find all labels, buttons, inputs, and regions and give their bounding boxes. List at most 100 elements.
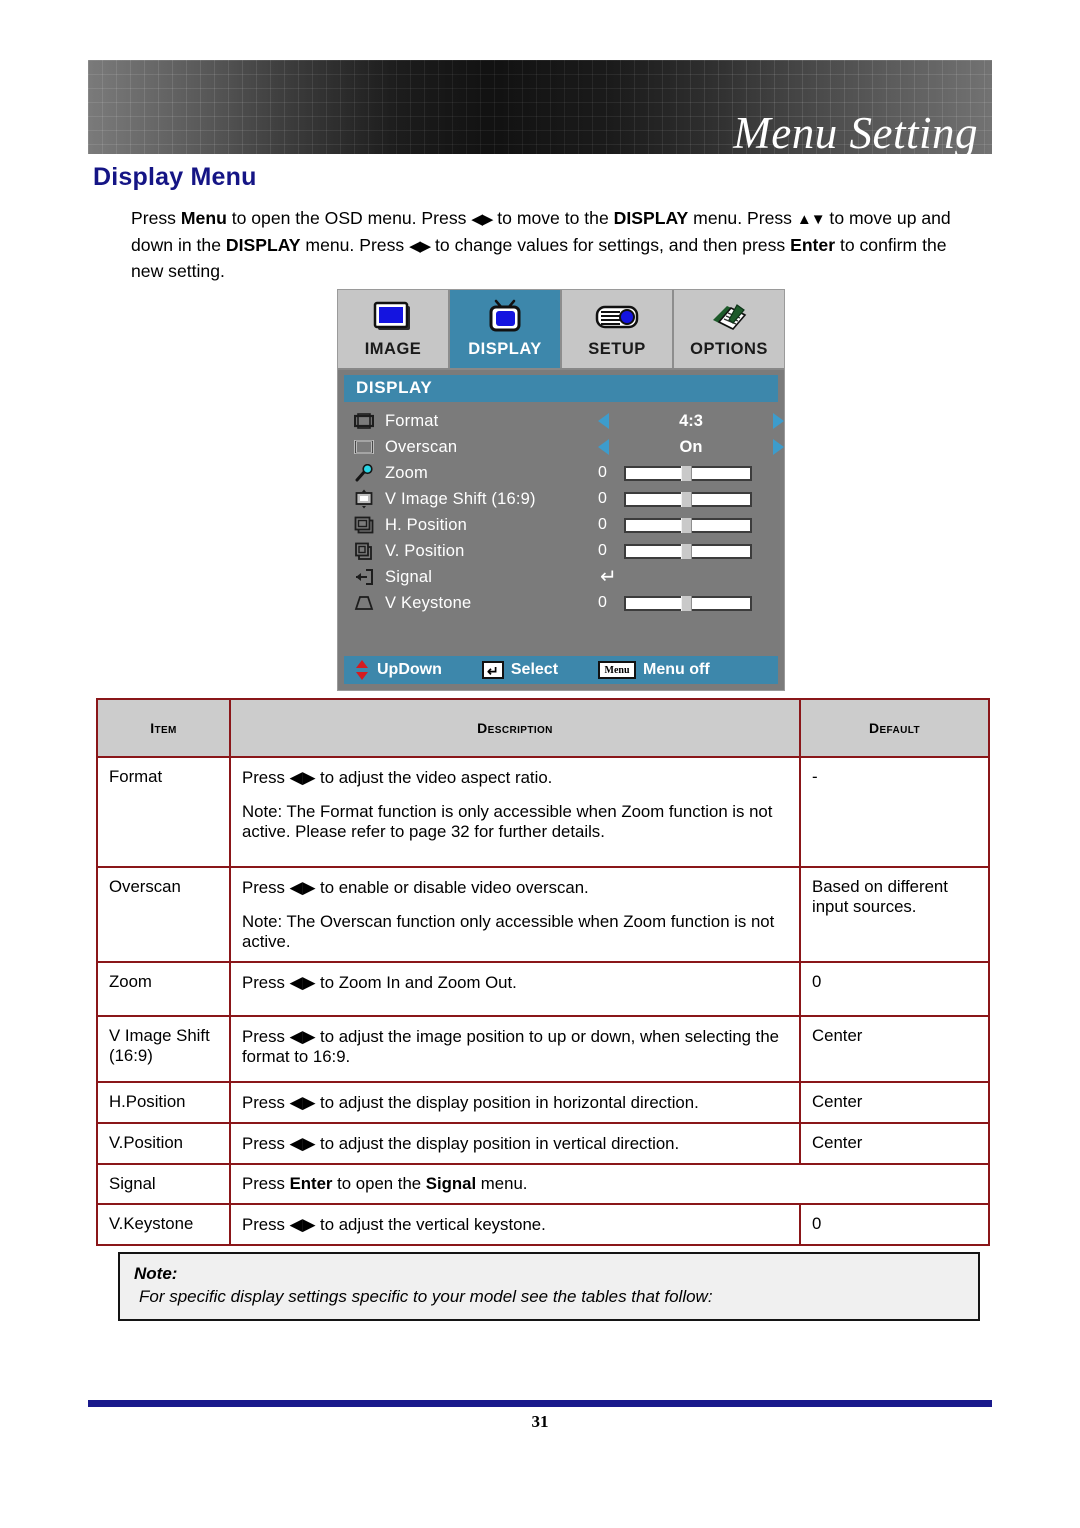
osd-row-format[interactable]: Format 4:3 xyxy=(338,408,784,434)
osd-tab-label-options: OPTIONS xyxy=(690,340,768,358)
table-body: Format Press ◀▶ to adjust the video aspe… xyxy=(96,756,990,1246)
osd-row-overscan[interactable]: Overscan On xyxy=(338,434,784,460)
table-row: Overscan Press ◀▶ to enable or disable v… xyxy=(96,866,990,963)
desc-line: Press ◀▶ to adjust the vertical keystone… xyxy=(242,1215,546,1234)
osd-enter-control-signal[interactable]: ↵ xyxy=(598,567,784,587)
osd-tab-image[interactable]: IMAGE xyxy=(338,290,450,368)
desc-line: Press ◀▶ to enable or disable video over… xyxy=(242,878,589,897)
table-row: Signal Press Enter to open the Signal me… xyxy=(96,1163,990,1205)
cell-item-v-keystone: V.Keystone xyxy=(96,1203,231,1246)
osd-slider-control-v-image-shift[interactable]: 0 xyxy=(598,490,784,508)
osd-row-v-keystone[interactable]: V Keystone 0 xyxy=(338,590,784,616)
cell-item-format: Format xyxy=(96,756,231,868)
osd-tab-setup[interactable]: SETUP xyxy=(562,290,674,368)
osd-value-control-format[interactable]: 4:3 xyxy=(598,412,784,431)
osd-tab-options[interactable]: OPTIONS xyxy=(674,290,784,368)
cell-desc-v-position: Press ◀▶ to adjust the display position … xyxy=(229,1122,801,1165)
chevron-left-icon-2[interactable] xyxy=(598,439,609,455)
intro-text-2: to open the OSD menu. Press xyxy=(226,208,472,228)
slider-thumb-4[interactable] xyxy=(680,543,692,559)
osd-slider-zoom[interactable] xyxy=(624,465,752,481)
projector-icon xyxy=(593,295,641,339)
cell-desc-zoom: Press ◀▶ to Zoom In and Zoom Out. xyxy=(229,961,801,1017)
cell-desc-v-keystone: Press ◀▶ to adjust the vertical keystone… xyxy=(229,1203,801,1246)
cell-desc-overscan: Press ◀▶ to enable or disable video over… xyxy=(229,866,801,963)
television-icon xyxy=(483,295,527,339)
cell-default-zoom: 0 xyxy=(799,961,990,1017)
osd-value-v-image-shift: 0 xyxy=(598,490,607,507)
desc-line: Press ◀▶ to adjust the image position to… xyxy=(242,1027,780,1066)
osd-row-v-position[interactable]: V. Position 0 xyxy=(338,538,784,564)
osd-row-h-position[interactable]: H. Position 0 xyxy=(338,512,784,538)
left-right-arrows-icon: ◀▶ xyxy=(471,211,493,228)
osd-row-label-h-position: H. Position xyxy=(385,515,467,534)
note-callout-box: Note: For specific display settings spec… xyxy=(118,1252,980,1321)
desc-prefix: Press xyxy=(242,1174,290,1193)
table-row: V.Keystone Press ◀▶ to adjust the vertic… xyxy=(96,1203,990,1246)
osd-slider-control-h-position[interactable]: 0 xyxy=(598,516,784,534)
desc-line: Press ◀▶ to Zoom In and Zoom Out. xyxy=(242,973,517,992)
table-row: Format Press ◀▶ to adjust the video aspe… xyxy=(96,756,990,868)
osd-value-control-overscan[interactable]: On xyxy=(598,438,784,457)
slider-thumb-2[interactable] xyxy=(680,491,692,507)
osd-tab-bar: IMAGE DISPLAY SETUP OPTIONS xyxy=(338,290,784,370)
desc-bold-enter: Enter xyxy=(289,1174,333,1193)
cell-item-signal: Signal xyxy=(96,1163,231,1205)
intro-text-6: menu. Press xyxy=(300,234,410,255)
osd-row-v-image-shift[interactable]: V Image Shift (16:9) 0 xyxy=(338,486,784,512)
table-header-row: Item Description Default xyxy=(96,698,990,758)
menu-key-icon: Menu xyxy=(598,661,637,679)
osd-slider-control-v-position[interactable]: 0 xyxy=(598,542,784,560)
slider-thumb-5[interactable] xyxy=(680,595,692,611)
osd-tab-display[interactable]: DISPLAY xyxy=(450,290,562,368)
osd-row-label-v-image-shift: V Image Shift (16:9) xyxy=(385,489,536,508)
keystone-icon xyxy=(352,592,376,614)
osd-value-zoom: 0 xyxy=(598,464,607,481)
cell-desc-v-image-shift: Press ◀▶ to adjust the image position to… xyxy=(229,1015,801,1083)
osd-slider-h-position[interactable] xyxy=(624,517,752,533)
column-header-default: Default xyxy=(799,698,990,758)
image-screen-icon xyxy=(371,295,415,339)
footer-rule xyxy=(88,1400,992,1407)
osd-row-signal[interactable]: Signal ↵ xyxy=(338,564,784,590)
page-header-banner: Menu Setting xyxy=(88,60,992,154)
intro-menu-display-1: DISPLAY xyxy=(613,208,689,228)
desc-line: Press ◀▶ to adjust the display position … xyxy=(242,1134,680,1153)
chevron-right-icon-2[interactable] xyxy=(773,439,784,455)
osd-settings-list: Format 4:3 Overscan On Zoom 0 V Image Sh… xyxy=(338,402,784,616)
magnifier-icon xyxy=(352,462,376,484)
desc-line: Press ◀▶ to adjust the video aspect rati… xyxy=(242,768,553,787)
osd-slider-v-position[interactable] xyxy=(624,543,752,559)
h-position-icon xyxy=(352,514,376,536)
cell-item-v-position: V.Position xyxy=(96,1122,231,1165)
cell-item-overscan: Overscan xyxy=(96,866,231,963)
osd-value-v-position: 0 xyxy=(598,542,607,559)
intro-text-1: Press xyxy=(131,208,181,228)
cell-desc-h-position: Press ◀▶ to adjust the display position … xyxy=(229,1081,801,1124)
desc-line-note: Note: The Format function is only access… xyxy=(242,802,773,841)
note-text: For specific display settings specific t… xyxy=(139,1287,713,1306)
cell-default-format: - xyxy=(799,756,990,868)
osd-value-h-position: 0 xyxy=(598,516,607,533)
osd-slider-control-zoom[interactable]: 0 xyxy=(598,464,784,482)
osd-slider-control-v-keystone[interactable]: 0 xyxy=(598,594,784,612)
slider-thumb-3[interactable] xyxy=(680,517,692,533)
osd-value-v-keystone: 0 xyxy=(598,594,607,611)
osd-section-title: DISPLAY xyxy=(344,375,778,402)
intro-text-7: to change values for settings, and then … xyxy=(430,234,791,255)
osd-slider-v-image-shift[interactable] xyxy=(624,491,752,507)
intro-text-4: menu. Press xyxy=(688,208,797,228)
notepad-pencil-icon xyxy=(707,295,751,339)
slider-thumb[interactable] xyxy=(680,465,692,481)
osd-row-zoom[interactable]: Zoom 0 xyxy=(338,460,784,486)
chevron-right-icon[interactable] xyxy=(773,413,784,429)
table-row: V Image Shift (16:9) Press ◀▶ to adjust … xyxy=(96,1015,990,1083)
column-header-item: Item xyxy=(96,698,231,758)
chevron-left-icon[interactable] xyxy=(598,413,609,429)
osd-hint-label-updown: UpDown xyxy=(377,661,442,678)
page-number: 31 xyxy=(531,1412,549,1431)
osd-slider-v-keystone[interactable] xyxy=(624,595,752,611)
page-title: Display Menu xyxy=(93,163,257,191)
osd-hint-menu-off: Menu Menu off xyxy=(598,661,710,679)
table-row: Zoom Press ◀▶ to Zoom In and Zoom Out. 0 xyxy=(96,961,990,1017)
